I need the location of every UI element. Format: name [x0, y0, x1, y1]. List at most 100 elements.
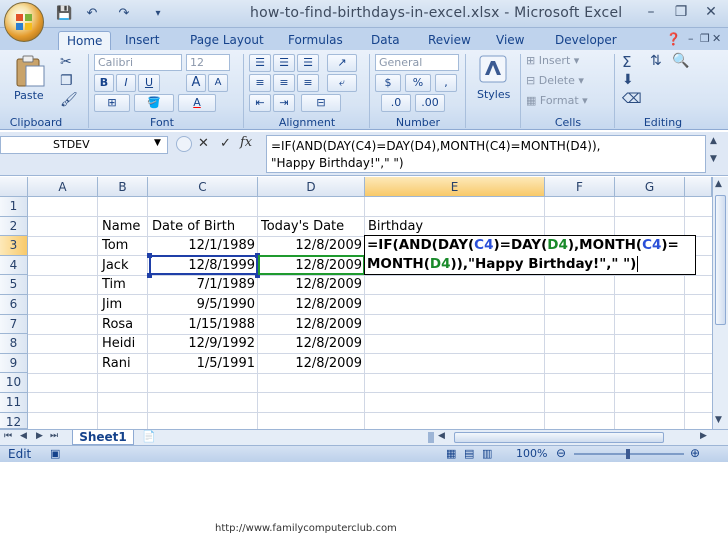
cell-e3-editor[interactable]: =IF(AND(DAY(C4)=DAY(D4),MONTH(C4)= MONTH…: [364, 234, 696, 275]
font-name-dropdown[interactable]: Calibri: [94, 54, 182, 71]
cell-b2[interactable]: Name: [102, 217, 140, 236]
grow-font-button[interactable]: A: [186, 74, 206, 92]
first-sheet-icon[interactable]: ⏮: [4, 431, 12, 441]
cell-d6[interactable]: 12/8/2009: [258, 295, 362, 314]
zoom-out-icon[interactable]: ⊖: [556, 446, 566, 460]
sort-filter-icon[interactable]: ⇅: [650, 53, 662, 69]
minimize-button[interactable]: –: [640, 3, 662, 21]
redo-icon[interactable]: ↷: [116, 6, 132, 22]
cell-c9[interactable]: 1/5/1991: [148, 354, 255, 373]
cut-icon[interactable]: ✂: [60, 54, 72, 70]
wrap-text-button[interactable]: ⤶: [327, 74, 357, 92]
paste-label[interactable]: Paste: [14, 89, 44, 102]
cell-b4[interactable]: Jack: [102, 256, 128, 275]
cell-d2[interactable]: Today's Date: [261, 217, 344, 236]
cell-c8[interactable]: 12/9/1992: [148, 334, 255, 353]
ribbon-close-icon[interactable]: ✕: [712, 32, 721, 45]
align-right-button[interactable]: ≡: [297, 74, 319, 92]
row-header-2[interactable]: 2: [0, 216, 28, 237]
enter-icon[interactable]: ✓: [220, 136, 231, 151]
row-header-12[interactable]: 12: [0, 412, 28, 429]
row-header-11[interactable]: 11: [0, 393, 28, 413]
italic-button[interactable]: I: [116, 74, 136, 92]
find-select-icon[interactable]: 🔍: [672, 53, 689, 69]
zoom-slider-thumb[interactable]: [626, 449, 630, 459]
column-header-f[interactable]: F: [545, 177, 615, 197]
align-top-button[interactable]: ☰: [249, 54, 271, 72]
row-header-10[interactable]: 10: [0, 373, 28, 393]
row-header-4[interactable]: 4: [0, 255, 28, 276]
row-header-1[interactable]: 1: [0, 197, 28, 217]
copy-icon[interactable]: ❐: [60, 73, 73, 89]
cancel-icon[interactable]: ✕: [198, 136, 209, 151]
column-header-e[interactable]: E: [365, 177, 545, 197]
worksheet-grid[interactable]: A B C D E F G 1 2 3 4 5 6 7 8 9 10 11 12…: [0, 177, 712, 429]
cell-c6[interactable]: 9/5/1990: [148, 295, 255, 314]
scroll-left-icon[interactable]: ◀: [438, 431, 445, 441]
tab-data[interactable]: Data: [371, 31, 400, 50]
sheet-tab-sheet1[interactable]: Sheet1: [72, 430, 134, 445]
tab-review[interactable]: Review: [428, 31, 471, 50]
cell-b6[interactable]: Jim: [102, 295, 122, 314]
tab-home[interactable]: Home: [58, 31, 112, 50]
underline-button[interactable]: U: [138, 74, 160, 92]
tab-split-handle[interactable]: [428, 432, 434, 443]
ribbon-minimize-icon[interactable]: –: [688, 32, 694, 45]
column-header-h-partial[interactable]: [685, 177, 712, 197]
insert-function-icon[interactable]: fx: [240, 135, 252, 150]
format-cells-button[interactable]: ▦ Format ▾: [526, 94, 588, 107]
insert-sheet-icon[interactable]: 📄: [142, 430, 156, 443]
cell-c2[interactable]: Date of Birth: [152, 217, 235, 236]
zoom-level[interactable]: 100%: [516, 447, 547, 460]
help-icon[interactable]: ❓: [666, 32, 681, 46]
scroll-up-icon[interactable]: ▲: [715, 179, 722, 189]
borders-button[interactable]: ⊞: [94, 94, 130, 112]
cell-b9[interactable]: Rani: [102, 354, 131, 373]
zoom-in-icon[interactable]: ⊕: [690, 446, 700, 460]
row-header-8[interactable]: 8: [0, 334, 28, 354]
macro-record-icon[interactable]: ▣: [50, 447, 60, 460]
percent-button[interactable]: %: [405, 74, 431, 92]
page-layout-view-icon[interactable]: ▤: [464, 447, 474, 460]
bold-button[interactable]: B: [94, 74, 114, 92]
formula-bar-collapse-icon[interactable]: ▲: [710, 136, 717, 146]
orientation-button[interactable]: ↗: [327, 54, 357, 72]
tab-page-layout[interactable]: Page Layout: [190, 31, 264, 50]
prev-sheet-icon[interactable]: ◀: [20, 431, 27, 441]
office-button[interactable]: [4, 2, 44, 42]
clear-icon[interactable]: ⌫: [622, 91, 642, 107]
row-header-7[interactable]: 7: [0, 314, 28, 335]
autosum-button[interactable]: Σ: [622, 53, 631, 71]
formula-bar-handle-icon[interactable]: [176, 136, 192, 152]
currency-button[interactable]: $: [375, 74, 401, 92]
tab-formulas[interactable]: Formulas: [288, 31, 343, 50]
fill-icon[interactable]: ⬇: [622, 72, 634, 88]
vertical-scrollbar[interactable]: ▲ ▼: [712, 177, 728, 429]
name-box-dropdown-icon[interactable]: ▼: [154, 138, 161, 148]
column-header-d[interactable]: D: [258, 177, 365, 197]
comma-button[interactable]: ,: [435, 74, 457, 92]
align-bottom-button[interactable]: ☰: [297, 54, 319, 72]
select-all-corner[interactable]: [0, 177, 28, 197]
shrink-font-button[interactable]: A: [208, 74, 228, 92]
vertical-scroll-thumb[interactable]: [715, 195, 726, 325]
undo-icon[interactable]: ↶: [84, 6, 100, 22]
formula-bar-expand-icon[interactable]: ▼: [710, 154, 717, 164]
tab-insert[interactable]: Insert: [125, 31, 159, 50]
row-header-6[interactable]: 6: [0, 295, 28, 315]
close-button[interactable]: ✕: [700, 3, 722, 21]
styles-group[interactable]: Styles: [469, 50, 519, 130]
name-box[interactable]: STDEV: [0, 136, 168, 154]
increase-decimal-button[interactable]: .0: [381, 94, 411, 112]
cell-e2[interactable]: Birthday: [368, 217, 423, 236]
cell-d5[interactable]: 12/8/2009: [258, 275, 362, 294]
row-header-5[interactable]: 5: [0, 275, 28, 295]
next-sheet-icon[interactable]: ▶: [36, 431, 43, 441]
number-format-dropdown[interactable]: General: [375, 54, 459, 71]
increase-indent-button[interactable]: ⇥: [273, 94, 295, 112]
align-middle-button[interactable]: ☰: [273, 54, 295, 72]
horizontal-scroll-thumb[interactable]: [454, 432, 664, 443]
row-header-3[interactable]: 3: [0, 236, 28, 256]
normal-view-icon[interactable]: ▦: [446, 447, 456, 460]
column-header-g[interactable]: G: [615, 177, 685, 197]
